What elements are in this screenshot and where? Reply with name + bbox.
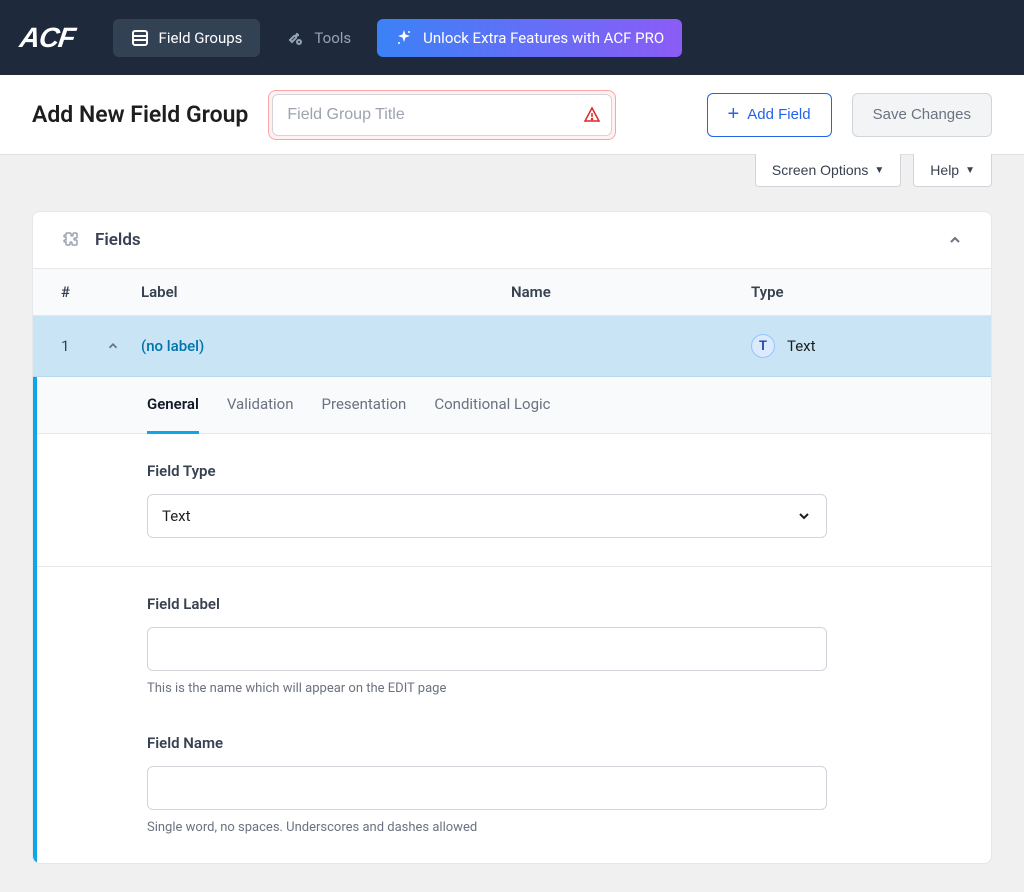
caret-down-icon: ▼: [874, 165, 884, 176]
col-type: Type: [751, 283, 963, 301]
nav-unlock-pro[interactable]: Unlock Extra Features with ACF PRO: [377, 19, 682, 57]
col-num: #: [61, 283, 141, 301]
field-editor: General Validation Presentation Conditio…: [33, 377, 991, 863]
puzzle-icon: [61, 230, 81, 250]
col-label: Label: [141, 283, 511, 301]
button-label: Screen Options: [772, 162, 869, 178]
top-navigation: ACF Field Groups Tools: [0, 0, 1024, 75]
warning-icon: [583, 106, 601, 124]
header-bar: Add New Field Group + Add Field Save Cha…: [0, 75, 1024, 155]
title-input-wrapper: [268, 90, 616, 140]
field-label: Field Label: [147, 595, 881, 613]
button-label: Help: [930, 162, 959, 178]
select-value: Text: [162, 507, 191, 525]
row-label-link[interactable]: (no label): [141, 337, 511, 355]
tab-general[interactable]: General: [147, 377, 199, 434]
acf-logo: ACF: [18, 22, 77, 54]
chevron-up-icon[interactable]: [947, 232, 963, 248]
layout-icon: [131, 29, 149, 47]
panel-title: Fields: [95, 230, 933, 250]
button-label: Save Changes: [873, 106, 971, 123]
nav-label: Unlock Extra Features with ACF PRO: [423, 29, 664, 47]
type-badge: T: [751, 334, 775, 358]
field-group-title-input[interactable]: [272, 94, 612, 136]
row-type: T Text: [751, 334, 963, 358]
screen-options-button[interactable]: Screen Options ▼: [755, 154, 901, 187]
panel-header: Fields: [33, 212, 991, 268]
button-label: Add Field: [747, 106, 810, 123]
sparkle-icon: [395, 29, 413, 47]
table-header: # Label Name Type: [33, 268, 991, 316]
field-name-section: Field Name Single word, no spaces. Under…: [37, 724, 991, 863]
field-label-input[interactable]: [147, 627, 827, 671]
plus-icon: +: [728, 103, 740, 126]
field-name-input[interactable]: [147, 766, 827, 810]
tab-presentation[interactable]: Presentation: [322, 377, 407, 434]
field-label-section: Field Label This is the name which will …: [37, 567, 991, 724]
fields-panel: Fields # Label Name Type 1 (no label) T …: [32, 211, 992, 864]
field-label: Field Type: [147, 462, 881, 480]
nav-tools[interactable]: Tools: [268, 19, 369, 57]
tab-validation[interactable]: Validation: [227, 377, 294, 434]
type-text: Text: [787, 337, 816, 355]
nav-label: Tools: [314, 29, 351, 47]
help-text: This is the name which will appear on th…: [147, 681, 881, 696]
nav-label: Field Groups: [159, 29, 243, 47]
help-button[interactable]: Help ▼: [913, 154, 992, 187]
tab-conditional-logic[interactable]: Conditional Logic: [434, 377, 550, 434]
help-text: Single word, no spaces. Underscores and …: [147, 820, 881, 835]
nav-field-groups[interactable]: Field Groups: [113, 19, 261, 57]
chevron-up-icon[interactable]: [106, 339, 141, 353]
secondary-bar: Screen Options ▼ Help ▼: [0, 154, 1024, 187]
caret-down-icon: ▼: [965, 165, 975, 176]
editor-tabs: General Validation Presentation Conditio…: [37, 377, 991, 434]
row-number: 1: [61, 337, 106, 355]
save-changes-button[interactable]: Save Changes: [852, 93, 992, 137]
field-label: Field Name: [147, 734, 881, 752]
page-title: Add New Field Group: [32, 101, 248, 128]
chevron-down-icon: [796, 508, 812, 524]
field-type-select[interactable]: Text: [147, 494, 827, 538]
table-row[interactable]: 1 (no label) T Text: [33, 316, 991, 377]
wrench-icon: [286, 29, 304, 47]
field-type-section: Field Type Text: [37, 434, 991, 567]
col-name: Name: [511, 283, 751, 301]
add-field-button[interactable]: + Add Field: [707, 93, 832, 137]
